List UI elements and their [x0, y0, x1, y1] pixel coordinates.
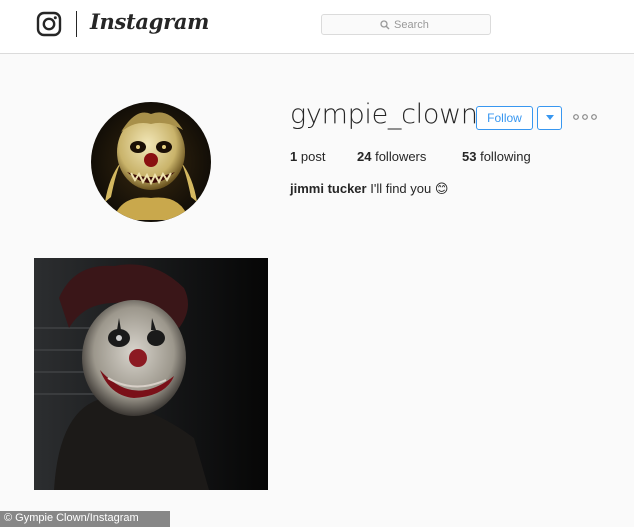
bio-full-name: jimmi tucker [290, 181, 367, 196]
posts-count-stat: 1 post [290, 149, 325, 164]
photo-credit: © Gympie Clown/Instagram [4, 512, 139, 524]
profile-username: gympie_clown [290, 99, 478, 130]
instagram-camera-icon[interactable] [36, 11, 62, 37]
followers-stat[interactable]: 24 followers [357, 149, 426, 164]
following-label: following [480, 149, 531, 164]
follow-options-dropdown[interactable] [537, 106, 562, 130]
profile-avatar[interactable] [91, 102, 211, 222]
profile-bio: jimmi tucker I'll find you 😊 [290, 181, 448, 197]
logo-divider [76, 11, 77, 37]
post-thumbnail[interactable] [34, 258, 268, 490]
clown-avatar-image [91, 102, 211, 222]
instagram-wordmark[interactable]: Instagram [90, 9, 209, 34]
followers-count: 24 [357, 149, 372, 164]
posts-count: 1 [290, 149, 298, 164]
ellipsis-icon [573, 114, 597, 120]
top-navigation-bar: Instagram [0, 0, 634, 54]
following-stat[interactable]: 53 following [462, 149, 531, 164]
more-options-button[interactable] [572, 109, 598, 125]
clown-post-image [34, 258, 268, 490]
search-input[interactable] [394, 17, 484, 32]
posts-label: post [300, 149, 326, 164]
caret-down-icon [545, 114, 554, 120]
photo-credit-bar: © Gympie Clown/Instagram [0, 511, 170, 527]
search-icon [380, 20, 390, 30]
follow-button[interactable]: Follow [476, 106, 533, 130]
following-count: 53 [462, 149, 477, 164]
followers-label: followers [375, 149, 427, 164]
bio-text: I'll find you 😊 [370, 181, 449, 196]
search-box[interactable] [321, 14, 491, 35]
